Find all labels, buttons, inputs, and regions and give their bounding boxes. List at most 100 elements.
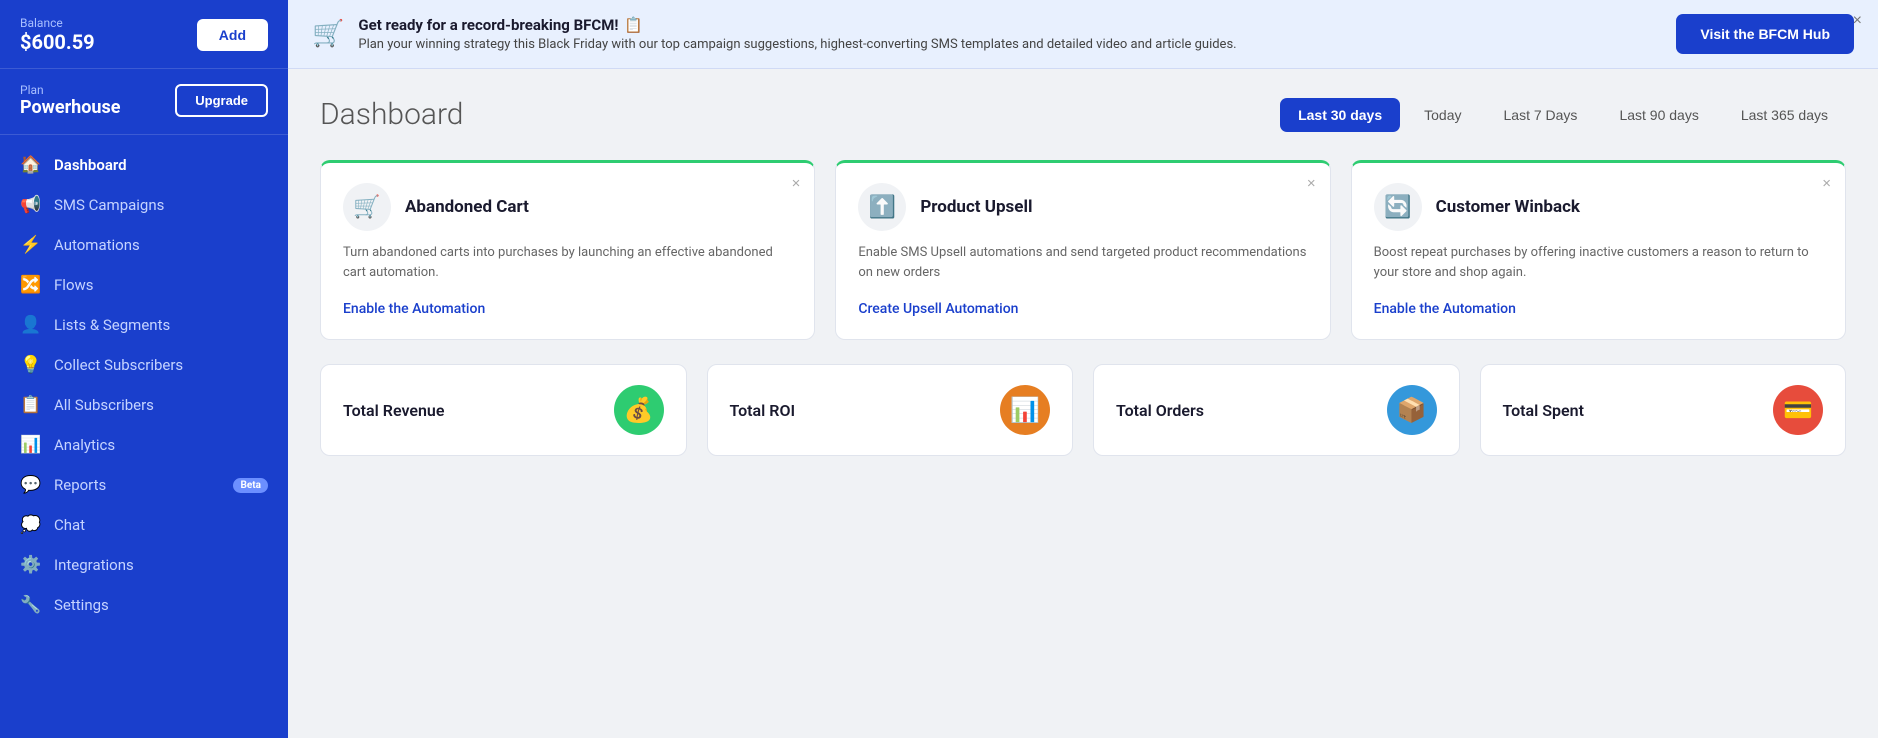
sidebar-item-chat[interactable]: 💭 Chat bbox=[0, 505, 288, 545]
sidebar-item-label: SMS Campaigns bbox=[54, 196, 164, 214]
all-subscribers-icon: 📋 bbox=[20, 395, 42, 415]
balance-section: Balance $600.59 Add bbox=[0, 0, 288, 69]
dashboard-content: Dashboard Last 30 daysTodayLast 7 DaysLa… bbox=[288, 69, 1878, 738]
chat-icon: 💭 bbox=[20, 515, 42, 535]
card-close-button[interactable]: × bbox=[1822, 175, 1831, 192]
sidebar-item-label: Dashboard bbox=[54, 156, 127, 174]
card-icon: ⬆️ bbox=[858, 183, 906, 231]
sidebar-item-label: Lists & Segments bbox=[54, 316, 170, 334]
reports-icon: 💬 bbox=[20, 475, 42, 495]
banner-text: Get ready for a record-breaking BFCM! 📋 … bbox=[358, 16, 1662, 52]
upgrade-button[interactable]: Upgrade bbox=[175, 84, 268, 117]
dashboard-icon: 🏠 bbox=[20, 155, 42, 175]
plan-info: Plan Powerhouse bbox=[20, 83, 120, 118]
sidebar-nav: 🏠 Dashboard 📢 SMS Campaigns ⚡ Automation… bbox=[0, 135, 288, 738]
sidebar-item-all-subscribers[interactable]: 📋 All Subscribers bbox=[0, 385, 288, 425]
automation-cards-row: × 🛒 Abandoned Cart Turn abandoned carts … bbox=[320, 160, 1846, 340]
time-filter-last-365[interactable]: Last 365 days bbox=[1723, 98, 1846, 132]
sidebar-item-reports[interactable]: 💬 Reports Beta bbox=[0, 465, 288, 505]
card-header: 🔄 Customer Winback bbox=[1374, 183, 1823, 231]
sidebar-item-flows[interactable]: 🔀 Flows bbox=[0, 265, 288, 305]
card-description: Turn abandoned carts into purchases by l… bbox=[343, 243, 792, 282]
automation-card-customer-winback: × 🔄 Customer Winback Boost repeat purcha… bbox=[1351, 160, 1846, 340]
sidebar-item-label: Collect Subscribers bbox=[54, 356, 183, 374]
stat-label: Total ROI bbox=[730, 401, 796, 420]
dashboard-header: Dashboard Last 30 daysTodayLast 7 DaysLa… bbox=[320, 97, 1846, 132]
card-action-link[interactable]: Enable the Automation bbox=[343, 301, 485, 317]
card-header: 🛒 Abandoned Cart bbox=[343, 183, 792, 231]
balance-amount: $600.59 bbox=[20, 30, 95, 54]
sidebar-item-label: Analytics bbox=[54, 436, 115, 454]
add-button[interactable]: Add bbox=[197, 19, 268, 51]
collect-subscribers-icon: 💡 bbox=[20, 355, 42, 375]
banner-cart-icon: 🛒 bbox=[312, 19, 344, 49]
plan-section: Plan Powerhouse Upgrade bbox=[0, 69, 288, 135]
integrations-icon: ⚙️ bbox=[20, 555, 42, 575]
banner-close-button[interactable]: × bbox=[1853, 12, 1862, 30]
card-icon: 🔄 bbox=[1374, 183, 1422, 231]
card-close-button[interactable]: × bbox=[792, 175, 801, 192]
sidebar-item-settings[interactable]: 🔧 Settings bbox=[0, 585, 288, 625]
banner-title: Get ready for a record-breaking BFCM! 📋 bbox=[358, 16, 1662, 34]
sidebar-item-collect-subscribers[interactable]: 💡 Collect Subscribers bbox=[0, 345, 288, 385]
stat-label: Total Revenue bbox=[343, 401, 444, 420]
bfcm-banner: 🛒 Get ready for a record-breaking BFCM! … bbox=[288, 0, 1878, 69]
analytics-icon: 📊 bbox=[20, 435, 42, 455]
time-filter-last-30[interactable]: Last 30 days bbox=[1280, 98, 1400, 132]
stat-card-total-roi: Total ROI 📊 bbox=[707, 364, 1074, 456]
stats-row: Total Revenue 💰 Total ROI 📊 Total Orders… bbox=[320, 364, 1846, 456]
card-title: Abandoned Cart bbox=[405, 197, 529, 217]
sidebar: Balance $600.59 Add Plan Powerhouse Upgr… bbox=[0, 0, 288, 738]
visit-bfcm-hub-button[interactable]: Visit the BFCM Hub bbox=[1676, 14, 1854, 54]
card-icon: 🛒 bbox=[343, 183, 391, 231]
card-action-link[interactable]: Enable the Automation bbox=[1374, 301, 1516, 317]
card-title: Product Upsell bbox=[920, 197, 1032, 217]
stat-label: Total Orders bbox=[1116, 401, 1204, 420]
card-title: Customer Winback bbox=[1436, 197, 1580, 217]
lists-segments-icon: 👤 bbox=[20, 315, 42, 335]
flows-icon: 🔀 bbox=[20, 275, 42, 295]
plan-name: Powerhouse bbox=[20, 97, 120, 118]
stat-icon: 📊 bbox=[1000, 385, 1050, 435]
banner-title-emoji: 📋 bbox=[624, 16, 643, 34]
beta-badge: Beta bbox=[233, 478, 268, 493]
balance-info: Balance $600.59 bbox=[20, 16, 95, 54]
time-filter-last-90[interactable]: Last 90 days bbox=[1601, 98, 1716, 132]
balance-label: Balance bbox=[20, 16, 95, 30]
time-filter-today[interactable]: Today bbox=[1406, 98, 1479, 132]
sidebar-item-automations[interactable]: ⚡ Automations bbox=[0, 225, 288, 265]
automations-icon: ⚡ bbox=[20, 235, 42, 255]
settings-icon: 🔧 bbox=[20, 595, 42, 615]
stat-icon: 💰 bbox=[614, 385, 664, 435]
stat-icon: 💳 bbox=[1773, 385, 1823, 435]
stat-label: Total Spent bbox=[1503, 401, 1584, 420]
sms-campaigns-icon: 📢 bbox=[20, 195, 42, 215]
stat-card-total-spent: Total Spent 💳 bbox=[1480, 364, 1847, 456]
plan-label: Plan bbox=[20, 83, 120, 97]
card-header: ⬆️ Product Upsell bbox=[858, 183, 1307, 231]
sidebar-item-label: Integrations bbox=[54, 556, 134, 574]
sidebar-item-sms-campaigns[interactable]: 📢 SMS Campaigns bbox=[0, 185, 288, 225]
card-description: Boost repeat purchases by offering inact… bbox=[1374, 243, 1823, 282]
sidebar-item-label: Reports bbox=[54, 476, 106, 494]
card-description: Enable SMS Upsell automations and send t… bbox=[858, 243, 1307, 282]
page-title: Dashboard bbox=[320, 97, 463, 132]
time-filter-group: Last 30 daysTodayLast 7 DaysLast 90 days… bbox=[1280, 98, 1846, 132]
sidebar-item-analytics[interactable]: 📊 Analytics bbox=[0, 425, 288, 465]
card-close-button[interactable]: × bbox=[1307, 175, 1316, 192]
automation-card-product-upsell: × ⬆️ Product Upsell Enable SMS Upsell au… bbox=[835, 160, 1330, 340]
stat-card-total-revenue: Total Revenue 💰 bbox=[320, 364, 687, 456]
stat-card-total-orders: Total Orders 📦 bbox=[1093, 364, 1460, 456]
card-action-link[interactable]: Create Upsell Automation bbox=[858, 301, 1018, 317]
main-content: 🛒 Get ready for a record-breaking BFCM! … bbox=[288, 0, 1878, 738]
sidebar-item-label: Settings bbox=[54, 596, 109, 614]
time-filter-last-7[interactable]: Last 7 Days bbox=[1486, 98, 1596, 132]
automation-card-abandoned-cart: × 🛒 Abandoned Cart Turn abandoned carts … bbox=[320, 160, 815, 340]
sidebar-item-lists-segments[interactable]: 👤 Lists & Segments bbox=[0, 305, 288, 345]
sidebar-item-integrations[interactable]: ⚙️ Integrations bbox=[0, 545, 288, 585]
sidebar-item-label: Flows bbox=[54, 276, 94, 294]
sidebar-item-dashboard[interactable]: 🏠 Dashboard bbox=[0, 145, 288, 185]
sidebar-item-label: Automations bbox=[54, 236, 140, 254]
sidebar-item-label: Chat bbox=[54, 516, 85, 534]
banner-description: Plan your winning strategy this Black Fr… bbox=[358, 37, 1662, 52]
